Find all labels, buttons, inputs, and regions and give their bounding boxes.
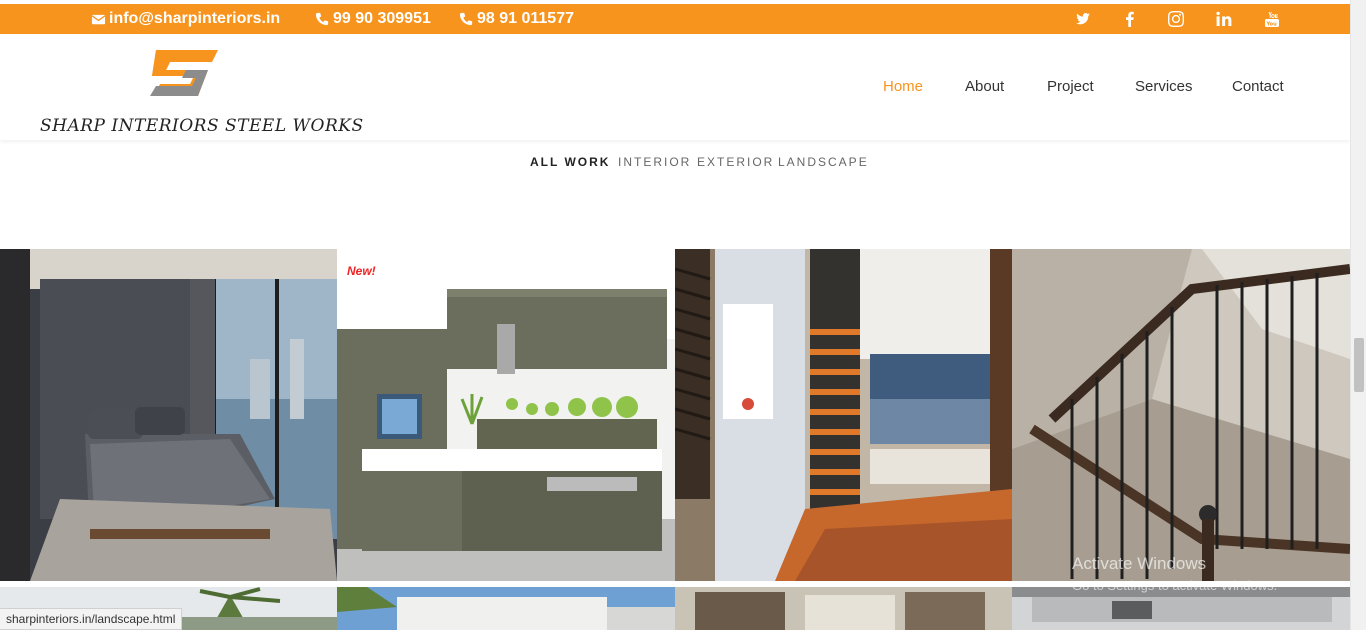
envelope-icon	[90, 11, 106, 27]
filter-interior[interactable]: INTERIOR	[618, 155, 691, 169]
nav-about[interactable]: About	[965, 78, 1004, 95]
logo-icon[interactable]	[146, 48, 224, 104]
phone-icon	[458, 11, 474, 27]
phone-2-text: 98 91 011577	[477, 10, 574, 27]
nav-project[interactable]: Project	[1047, 78, 1094, 95]
nav-services[interactable]: Services	[1135, 78, 1193, 95]
scrollbar-thumb[interactable]	[1354, 338, 1364, 392]
gallery-item-bedroom[interactable]	[0, 249, 337, 581]
gallery-item-kitchen[interactable]: New!	[337, 249, 675, 581]
email-text: info@sharpinteriors.in	[109, 10, 281, 27]
portfolio-filters: ALL WORK INTERIOR EXTERIOR LANDSCAPE	[0, 155, 1350, 169]
activation-watermark: Activate Windows	[1072, 554, 1207, 573]
nav-contact[interactable]: Contact	[1232, 78, 1284, 95]
filter-landscape[interactable]: LANDSCAPE	[778, 155, 869, 169]
svg-text:You: You	[1266, 22, 1278, 28]
brand-name: SHARP INTERIORS STEEL WORKS	[40, 116, 364, 136]
gallery-item-exterior-balcony[interactable]	[1012, 587, 1350, 630]
link-status-bar: sharpinteriors.in/landscape.html	[0, 608, 183, 630]
instagram-icon[interactable]	[1166, 4, 1186, 34]
filter-exterior[interactable]: EXTERIOR	[697, 155, 774, 169]
new-badge: New!	[347, 264, 376, 278]
gallery-item-staircase-wood[interactable]	[675, 249, 1012, 581]
phone-1-text: 99 90 309951	[333, 10, 431, 27]
filter-all-work[interactable]: ALL WORK	[530, 155, 610, 169]
phone-icon	[314, 11, 330, 27]
gallery-item-exterior-building[interactable]	[337, 587, 675, 630]
top-contact-bar: info@sharpinteriors.in 99 90 309951 98 9…	[0, 4, 1350, 34]
phone-link-2[interactable]: 98 91 011577	[458, 4, 574, 34]
site-header: SHARP INTERIORS STEEL WORKS Home About P…	[0, 34, 1350, 140]
twitter-icon[interactable]	[1073, 4, 1093, 34]
linkedin-icon[interactable]	[1214, 4, 1234, 34]
gallery-item-staircase-railing[interactable]	[1012, 249, 1350, 581]
email-link[interactable]: info@sharpinteriors.in	[90, 4, 280, 34]
facebook-icon[interactable]	[1120, 4, 1140, 34]
page-scrollbar[interactable]	[1350, 0, 1366, 630]
activation-watermark-hint: Go to Settings to activate Windows.	[1072, 578, 1278, 593]
nav-home[interactable]: Home	[883, 78, 923, 95]
phone-link-1[interactable]: 99 90 309951	[314, 4, 431, 34]
youtube-icon[interactable]: You	[1262, 4, 1282, 34]
gallery-item-exterior-facade[interactable]	[675, 587, 1012, 630]
